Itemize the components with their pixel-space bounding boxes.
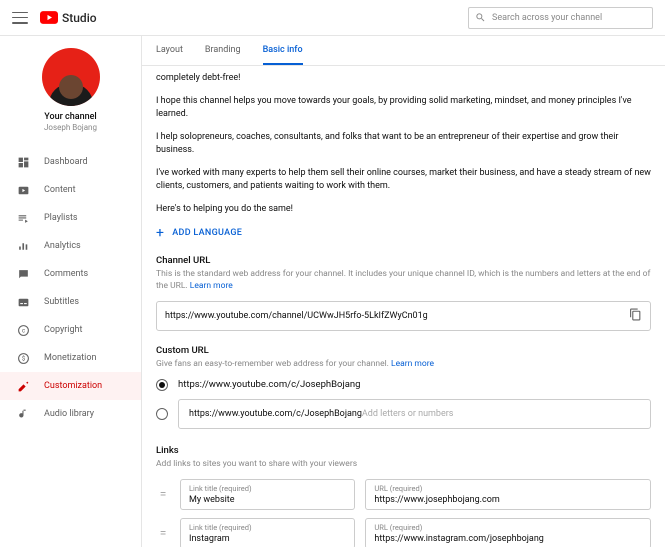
custom-url-heading: Custom URL <box>156 345 651 356</box>
dashboard-icon <box>16 155 30 169</box>
nav-customization[interactable]: Customization <box>0 372 141 400</box>
audio-library-icon <box>16 407 30 421</box>
drag-handle-icon[interactable]: = <box>156 526 170 540</box>
analytics-icon <box>16 239 30 253</box>
menu-icon[interactable] <box>12 10 28 26</box>
links-sub: Add links to sites you want to share wit… <box>156 459 651 471</box>
monetization-icon: $ <box>16 351 30 365</box>
tabs: Layout Branding Basic info <box>142 36 665 66</box>
nav-dashboard[interactable]: Dashboard <box>0 148 141 176</box>
add-language-button[interactable]: + ADD LANGUAGE <box>156 225 651 241</box>
custom-url-option-1[interactable]: https://www.youtube.com/c/JosephBojang <box>156 379 651 391</box>
playlists-icon <box>16 211 30 225</box>
custom-url-sub: Give fans an easy-to-remember web addres… <box>156 359 651 371</box>
nav-subtitles[interactable]: Subtitles <box>0 288 141 316</box>
main-panel: Layout Branding Basic info completely de… <box>142 36 665 547</box>
link-url-field[interactable]: URL (required) https://www.instagram.com… <box>365 518 651 547</box>
nav-analytics[interactable]: Analytics <box>0 232 141 260</box>
custom-url-option-2[interactable]: https://www.youtube.com/c/JosephBojang A… <box>156 399 651 429</box>
nav-monetization[interactable]: $Monetization <box>0 344 141 372</box>
channel-avatar[interactable] <box>42 48 100 106</box>
svg-text:$: $ <box>21 355 25 362</box>
svg-text:c: c <box>21 327 24 334</box>
link-row-2: = Link title (required) Instagram URL (r… <box>156 518 651 547</box>
nav-content[interactable]: Content <box>0 176 141 204</box>
content-icon <box>16 183 30 197</box>
plus-icon: + <box>156 225 164 241</box>
copyright-icon: c <box>16 323 30 337</box>
channel-url-heading: Channel URL <box>156 255 651 266</box>
link-url-field[interactable]: URL (required) https://www.josephbojang.… <box>365 479 651 510</box>
tab-branding[interactable]: Branding <box>205 45 241 65</box>
links-heading: Links <box>156 445 651 456</box>
channel-url-field[interactable]: https://www.youtube.com/channel/UCWwJH5r… <box>156 301 651 331</box>
your-channel-label: Your channel <box>44 112 96 122</box>
link-row-1: = Link title (required) My website URL (… <box>156 479 651 510</box>
tab-basic-info[interactable]: Basic info <box>263 45 303 65</box>
custom-url-input[interactable]: https://www.youtube.com/c/JosephBojang A… <box>178 399 651 429</box>
studio-logo[interactable]: Studio <box>40 11 97 25</box>
channel-url-sub: This is the standard web address for you… <box>156 269 651 293</box>
search-placeholder: Search across your channel <box>492 13 602 23</box>
channel-url-value: https://www.youtube.com/channel/UCWwJH5r… <box>165 311 629 321</box>
channel-description[interactable]: completely debt-free! I hope this channe… <box>156 72 651 216</box>
logo-text: Studio <box>62 11 97 25</box>
top-bar: Studio Search across your channel <box>0 0 665 36</box>
subtitles-icon <box>16 295 30 309</box>
copy-icon[interactable] <box>629 308 642 324</box>
nav-playlists[interactable]: Playlists <box>0 204 141 232</box>
custom-url-learn-more[interactable]: Learn more <box>391 359 434 369</box>
sidebar: Your channel Joseph Bojang Dashboard Con… <box>0 36 142 547</box>
channel-name: Joseph Bojang <box>44 123 97 132</box>
link-title-field[interactable]: Link title (required) Instagram <box>180 518 355 547</box>
nav-comments[interactable]: Comments <box>0 260 141 288</box>
radio-selected[interactable] <box>156 379 168 391</box>
drag-handle-icon[interactable]: = <box>156 487 170 501</box>
tab-layout[interactable]: Layout <box>156 45 183 65</box>
radio-unselected[interactable] <box>156 408 168 420</box>
customization-icon <box>16 379 30 393</box>
search-input[interactable]: Search across your channel <box>468 7 653 29</box>
nav-copyright[interactable]: cCopyright <box>0 316 141 344</box>
link-title-field[interactable]: Link title (required) My website <box>180 479 355 510</box>
nav-audio-library[interactable]: Audio library <box>0 400 141 428</box>
channel-url-learn-more[interactable]: Learn more <box>190 281 233 291</box>
comments-icon <box>16 267 30 281</box>
